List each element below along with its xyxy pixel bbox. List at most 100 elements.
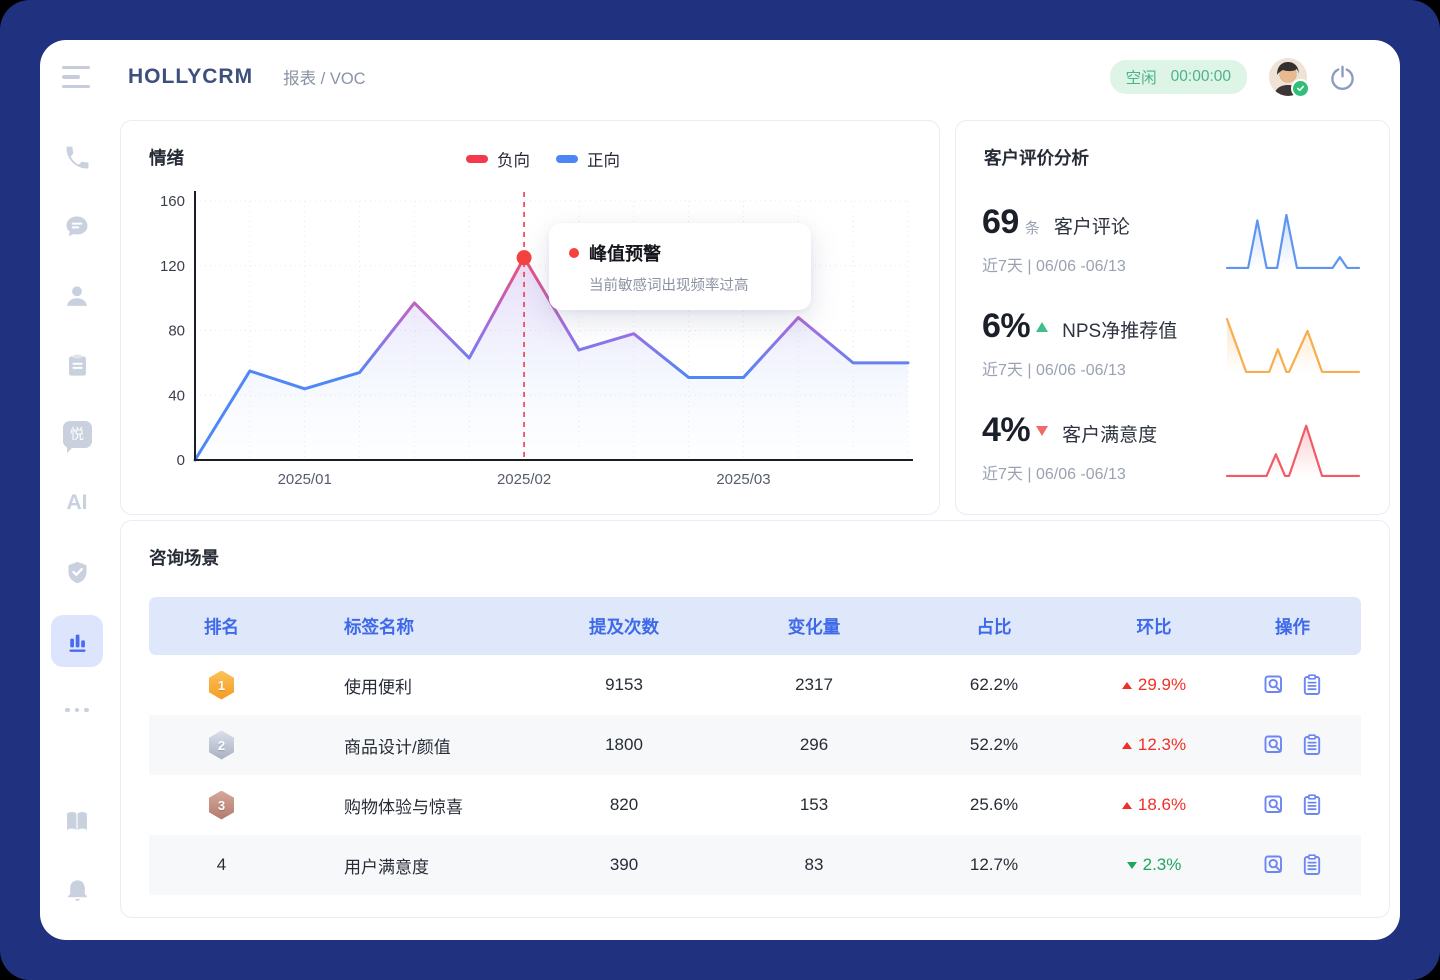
sidebar-item-notifications[interactable] bbox=[51, 864, 103, 916]
scene-panel: 咨询场景 排名 标签名称 提及次数 变化量 占比 环比 操作 1 使用便利 91… bbox=[120, 520, 1390, 918]
stat-label: NPS净推荐值 bbox=[1062, 316, 1177, 343]
sidebar-item-phone[interactable] bbox=[51, 132, 103, 184]
review-panel: 客户评价分析 69 条 客户评论 近7天 | 06/06 -06/13 6% N… bbox=[955, 120, 1390, 515]
svg-text:120: 120 bbox=[160, 258, 185, 275]
top-header: HOLLYCRM 报表 / VOC 空闲 00:00:00 bbox=[40, 40, 1400, 114]
up-triangle-icon bbox=[1122, 802, 1132, 809]
col-ops: 操作 bbox=[1224, 614, 1361, 639]
bar-chart-icon bbox=[63, 627, 91, 655]
chat-icon bbox=[63, 213, 91, 241]
more-icon bbox=[65, 708, 89, 713]
svg-text:2025/03: 2025/03 bbox=[716, 471, 770, 488]
tag-name: 商品设计/颜值 bbox=[294, 733, 524, 758]
emotion-panel-title: 情绪 bbox=[149, 145, 184, 170]
down-triangle-icon bbox=[1127, 862, 1137, 869]
stat-label: 客户评论 bbox=[1054, 212, 1130, 239]
tag-name: 购物体验与惊喜 bbox=[294, 793, 524, 818]
sidebar-item-tasks[interactable] bbox=[51, 339, 103, 391]
sidebar-item-ai[interactable]: AI bbox=[51, 477, 103, 529]
tag-name: 用户满意度 bbox=[294, 853, 524, 878]
mom-value: 18.6% bbox=[1138, 795, 1186, 815]
yue-bubble-icon: 悦 bbox=[63, 421, 92, 448]
clipboard-icon bbox=[64, 352, 91, 379]
rank-badge-bronze: 3 bbox=[209, 791, 234, 820]
table-row: 1 使用便利 9153 2317 62.2% 29.9% bbox=[149, 655, 1361, 715]
up-triangle-icon bbox=[1122, 682, 1132, 689]
stat-period: 近7天 | 06/06 -06/13 bbox=[982, 252, 1223, 276]
stat-unit: 条 bbox=[1025, 217, 1040, 238]
stat-comments: 69 条 客户评论 近7天 | 06/06 -06/13 bbox=[956, 203, 1389, 277]
report-button[interactable] bbox=[1300, 673, 1324, 697]
rank-badge-silver: 2 bbox=[209, 731, 234, 760]
bell-icon bbox=[64, 877, 91, 904]
menu-icon[interactable] bbox=[62, 66, 90, 89]
preview-button[interactable] bbox=[1262, 793, 1286, 817]
share-value: 52.2% bbox=[904, 735, 1084, 755]
table-header: 排名 标签名称 提及次数 变化量 占比 环比 操作 bbox=[149, 597, 1361, 655]
mentions-value: 1800 bbox=[524, 735, 724, 755]
svg-text:80: 80 bbox=[168, 323, 185, 340]
report-button[interactable] bbox=[1300, 733, 1324, 757]
svg-text:2025/01: 2025/01 bbox=[278, 471, 332, 488]
sidebar-item-knowledge[interactable] bbox=[51, 795, 103, 847]
change-value: 2317 bbox=[724, 675, 904, 695]
rank-plain: 4 bbox=[149, 855, 294, 875]
review-panel-title: 客户评价分析 bbox=[984, 145, 1089, 170]
preview-button[interactable] bbox=[1262, 733, 1286, 757]
mentions-value: 390 bbox=[524, 855, 724, 875]
sidebar-item-reports[interactable] bbox=[51, 615, 103, 667]
svg-text:0: 0 bbox=[177, 452, 185, 469]
alert-dot-icon bbox=[569, 248, 579, 258]
stat-label: 客户满意度 bbox=[1062, 420, 1157, 447]
user-icon bbox=[63, 282, 91, 310]
col-change: 变化量 bbox=[724, 614, 904, 639]
share-value: 25.6% bbox=[904, 795, 1084, 815]
peak-alert-tooltip: 峰值预警 当前敏感词出现频率过高 bbox=[549, 223, 811, 310]
status-badge[interactable]: 空闲 00:00:00 bbox=[1110, 60, 1247, 94]
preview-button[interactable] bbox=[1262, 853, 1286, 877]
sidebar: 悦 AI bbox=[40, 132, 114, 922]
app-logo: HOLLYCRM bbox=[128, 65, 253, 89]
power-icon[interactable] bbox=[1329, 64, 1356, 91]
stat-period: 近7天 | 06/06 -06/13 bbox=[982, 460, 1223, 484]
app-window: HOLLYCRM 报表 / VOC 空闲 00:00:00 bbox=[40, 40, 1400, 940]
sidebar-item-more[interactable] bbox=[51, 684, 103, 736]
legend-item-negative[interactable]: 负向 bbox=[466, 147, 530, 171]
emotion-panel: 情绪 负向 正向 0408012016 bbox=[120, 120, 940, 515]
sidebar-item-security[interactable] bbox=[51, 546, 103, 598]
report-button[interactable] bbox=[1300, 793, 1324, 817]
legend-item-positive[interactable]: 正向 bbox=[556, 147, 620, 171]
sparkline-comments bbox=[1223, 207, 1363, 277]
avatar[interactable] bbox=[1269, 58, 1307, 96]
up-triangle-icon bbox=[1122, 742, 1132, 749]
share-value: 62.2% bbox=[904, 675, 1084, 695]
preview-button[interactable] bbox=[1262, 673, 1286, 697]
stat-satisfaction: 4% 客户满意度 近7天 | 06/06 -06/13 bbox=[956, 411, 1389, 485]
sidebar-item-contacts[interactable] bbox=[51, 270, 103, 322]
app-frame: HOLLYCRM 报表 / VOC 空闲 00:00:00 bbox=[0, 0, 1440, 980]
mom-value: 12.3% bbox=[1138, 735, 1186, 755]
col-rank: 排名 bbox=[149, 614, 294, 639]
trend-down-icon bbox=[1036, 426, 1048, 436]
col-mentions: 提及次数 bbox=[524, 614, 724, 639]
report-button[interactable] bbox=[1300, 853, 1324, 877]
stat-value: 69 bbox=[982, 203, 1019, 242]
alert-title: 峰值预警 bbox=[589, 240, 661, 266]
sparkline-nps bbox=[1223, 311, 1363, 381]
sidebar-item-yue[interactable]: 悦 bbox=[51, 408, 103, 460]
phone-icon bbox=[63, 144, 91, 172]
col-tag: 标签名称 bbox=[294, 614, 524, 639]
tag-name: 使用便利 bbox=[294, 673, 524, 698]
emotion-chart[interactable]: 040801201602025/012025/022025/03 bbox=[151, 176, 931, 496]
sidebar-item-chat[interactable] bbox=[51, 201, 103, 253]
scene-panel-title: 咨询场景 bbox=[149, 545, 219, 570]
table-row: 2 商品设计/颜值 1800 296 52.2% 12.3% bbox=[149, 715, 1361, 775]
mom-value: 29.9% bbox=[1138, 675, 1186, 695]
status-timer: 00:00:00 bbox=[1171, 68, 1231, 86]
ai-icon: AI bbox=[67, 491, 88, 515]
rank-badge-gold: 1 bbox=[209, 671, 234, 700]
svg-text:160: 160 bbox=[160, 193, 185, 210]
col-share: 占比 bbox=[904, 614, 1084, 639]
mentions-value: 820 bbox=[524, 795, 724, 815]
scene-table: 排名 标签名称 提及次数 变化量 占比 环比 操作 1 使用便利 9153 23… bbox=[149, 597, 1361, 895]
